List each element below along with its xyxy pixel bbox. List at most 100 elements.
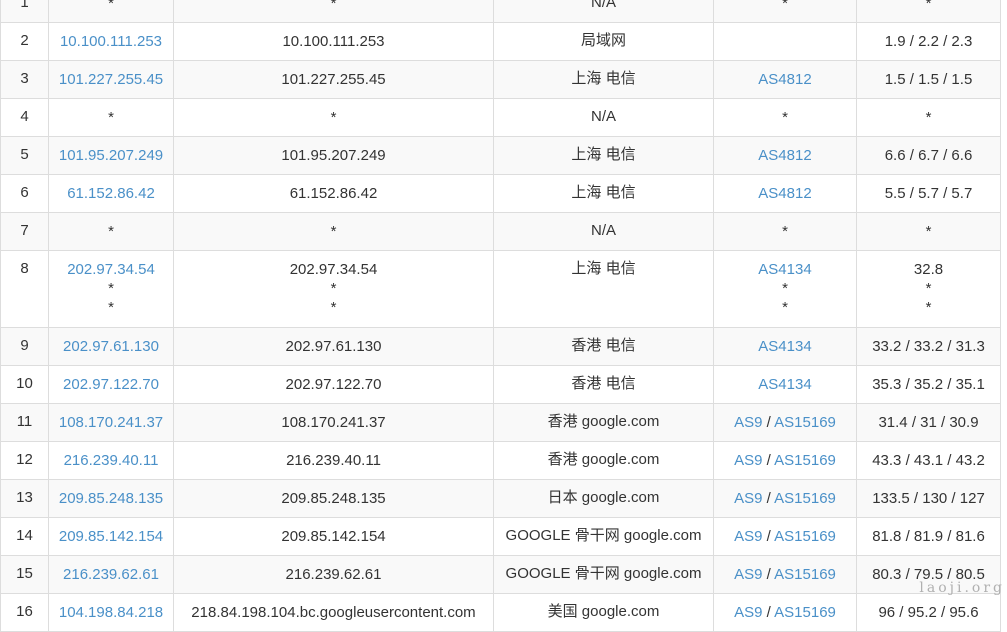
ip-link[interactable]: 209.85.142.154 [53, 527, 169, 546]
latency-cell: 43.3 / 43.1 / 43.2 [856, 441, 1001, 480]
asn-link[interactable]: AS9 [734, 490, 762, 507]
table-row: 6 61.152.86.42 61.152.86.42 上海 电信 AS4812 5.5 … [0, 174, 1001, 213]
ip-link[interactable]: 61.152.86.42 [53, 184, 169, 203]
ip-link[interactable]: 202.97.122.70 [53, 375, 169, 394]
location-cell: 美国 google.com [493, 593, 714, 632]
asn-link[interactable]: AS15169 [774, 604, 836, 621]
latency-cell: * [856, 0, 1001, 23]
location-cell: 上海 电信 [493, 250, 714, 328]
asn-link[interactable]: AS15169 [774, 566, 836, 583]
ip-text: * [108, 109, 114, 126]
asn-line: AS9 / AS15169 [718, 527, 852, 546]
ip-link[interactable]: 202.97.61.130 [53, 337, 169, 356]
hostname-cell: * [173, 212, 494, 251]
asn-line: * [718, 279, 852, 298]
asn-cell: AS9 / AS15169 [713, 479, 857, 518]
latency-cell: 1.5 / 1.5 / 1.5 [856, 60, 1001, 99]
asn-separator: / [762, 566, 775, 583]
asn-link[interactable]: AS9 [734, 452, 762, 469]
table-row: 11 108.170.241.37 108.170.241.37 香港 google.… [0, 403, 1001, 442]
asn-separator: / [762, 490, 775, 507]
asn-link[interactable]: AS4134 [758, 261, 811, 278]
latency-cell: 81.8 / 81.9 / 81.6 [856, 517, 1001, 556]
ip-link[interactable]: 209.85.248.135 [53, 489, 169, 508]
asn-link[interactable]: AS4812 [758, 147, 811, 164]
asn-link[interactable]: AS9 [734, 528, 762, 545]
ip-link[interactable]: 10.100.111.253 [53, 32, 169, 51]
hostname-cell: 218.84.198.104.bc.googleusercontent.com [173, 593, 494, 632]
ip-text: * [108, 299, 114, 316]
asn-link[interactable]: AS9 [734, 566, 762, 583]
hostname-cell: 10.100.111.253 [173, 22, 494, 61]
hop-number-cell: 11 [0, 403, 49, 442]
ip-link[interactable]: 101.227.255.45 [53, 70, 169, 89]
asn-link[interactable]: AS15169 [774, 490, 836, 507]
asn-line: AS4134 [718, 375, 852, 394]
location-cell: GOOGLE 骨干网 google.com [493, 517, 714, 556]
ip-cell: 216.239.40.11 [48, 441, 174, 480]
latency-cell: 32.8 * * [856, 250, 1001, 328]
hostname-text: * [330, 0, 337, 12]
ip-cell: * [48, 98, 174, 137]
asn-link[interactable]: AS9 [734, 414, 762, 431]
latency-text: 35.3 / 35.2 / 35.1 [872, 376, 985, 393]
asn-line: AS4812 [718, 146, 852, 165]
hostname-text: 216.239.40.11 [286, 452, 381, 469]
hostname-text: * [330, 299, 337, 316]
latency-cell: 31.4 / 31 / 30.9 [856, 403, 1001, 442]
ip-cell: 202.97.34.54 * * [48, 250, 174, 328]
hop-number-cell: 7 [0, 212, 49, 251]
asn-line: * [718, 298, 852, 317]
location-cell: 上海 电信 [493, 136, 714, 175]
latency-text: * [925, 109, 932, 126]
hostname-cell: 202.97.34.54 * * [173, 250, 494, 328]
ip-cell: 216.239.62.61 [48, 555, 174, 594]
table-row: 2 10.100.111.253 10.100.111.253 局域网 1.9 / 2.… [0, 22, 1001, 61]
hostname-cell: 101.95.207.249 [173, 136, 494, 175]
asn-link[interactable]: AS15169 [774, 452, 836, 469]
table-row: 15 216.239.62.61 216.239.62.61 GOOGLE 骨干网 g… [0, 555, 1001, 594]
ip-cell: * [48, 212, 174, 251]
asn-line: AS4812 [718, 184, 852, 203]
table-row: 7 * * N/A * * [0, 212, 1001, 251]
traceroute-table: 1 * * N/A * * 2 10.100.111.253 10.100.111.253 局域网… [0, 0, 1001, 632]
latency-text: * [925, 299, 932, 316]
asn-link[interactable]: AS4134 [758, 376, 811, 393]
ip-link[interactable]: 216.239.40.11 [53, 451, 169, 470]
ip-cell: 10.100.111.253 [48, 22, 174, 61]
location-cell: 香港 电信 [493, 365, 714, 404]
asn-text: * [782, 0, 788, 12]
asn-link[interactable]: AS4134 [758, 338, 811, 355]
hop-number-cell: 13 [0, 479, 49, 518]
asn-link[interactable]: AS15169 [774, 414, 836, 431]
ip-cell: 108.170.241.37 [48, 403, 174, 442]
latency-text: 81.8 / 81.9 / 81.6 [872, 528, 985, 545]
asn-link[interactable]: AS15169 [774, 528, 836, 545]
location-cell: 上海 电信 [493, 174, 714, 213]
latency-cell: 35.3 / 35.2 / 35.1 [856, 365, 1001, 404]
asn-cell: AS9 / AS15169 [713, 593, 857, 632]
latency-cell: 5.5 / 5.7 / 5.7 [856, 174, 1001, 213]
asn-link[interactable]: AS4812 [758, 185, 811, 202]
location-cell: N/A [493, 0, 714, 23]
asn-link[interactable]: AS4812 [758, 71, 811, 88]
ip-link[interactable]: 202.97.34.54 [53, 260, 169, 279]
location-cell: GOOGLE 骨干网 google.com [493, 555, 714, 594]
table-row: 1 * * N/A * * [0, 0, 1001, 23]
latency-text: 5.5 / 5.7 / 5.7 [884, 185, 973, 202]
table-row: 14 209.85.142.154 209.85.142.154 GOOGLE 骨干网… [0, 517, 1001, 556]
ip-link[interactable]: 216.239.62.61 [53, 565, 169, 584]
asn-cell: AS9 / AS15169 [713, 517, 857, 556]
table-row: 8 202.97.34.54 * * 202.97.34.54 * * 上海 电信 AS4134… [0, 250, 1001, 328]
ip-link[interactable]: 104.198.84.218 [53, 603, 169, 622]
ip-link[interactable]: 101.95.207.249 [53, 146, 169, 165]
hop-number-cell: 8 [0, 250, 49, 328]
hostname-text: 108.170.241.37 [281, 414, 386, 431]
asn-cell: AS4812 [713, 174, 857, 213]
hostname-text: * [330, 280, 337, 297]
asn-link[interactable]: AS9 [734, 604, 762, 621]
asn-separator: / [762, 528, 775, 545]
ip-link[interactable]: 108.170.241.37 [53, 413, 169, 432]
latency-cell: 133.5 / 130 / 127 [856, 479, 1001, 518]
latency-text: 32.8 [913, 261, 944, 278]
